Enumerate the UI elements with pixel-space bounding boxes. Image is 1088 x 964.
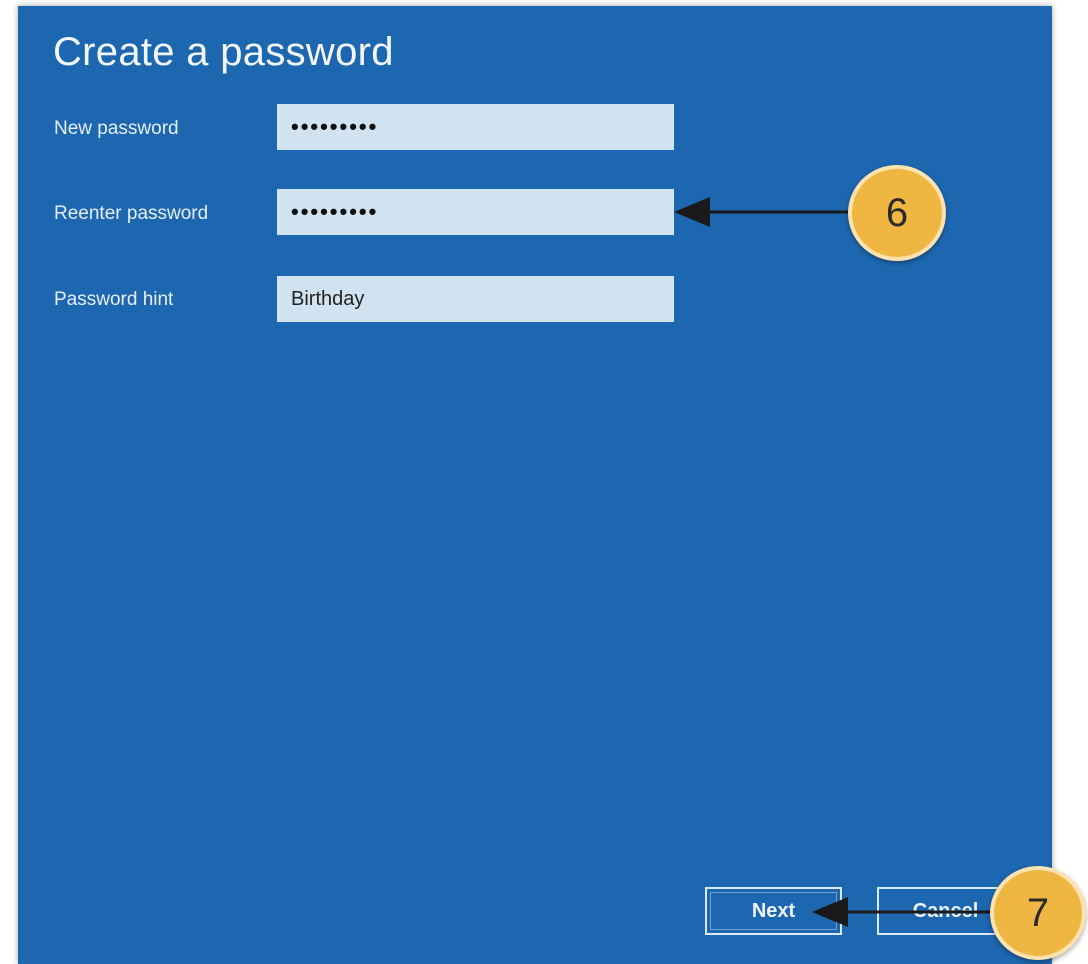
callout-arrows bbox=[674, 197, 995, 927]
callout-badge-7: 7 bbox=[990, 866, 1086, 960]
callout-badge-6: 6 bbox=[848, 165, 946, 261]
